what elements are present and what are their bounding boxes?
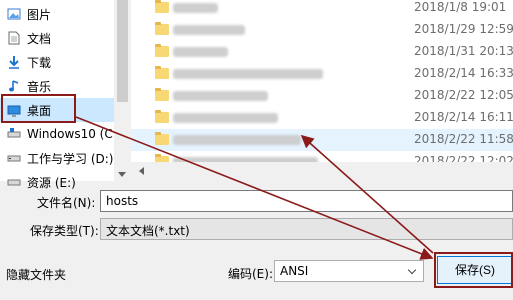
blurred-filename <box>173 3 218 13</box>
nav-item-label: Windows10 (C: <box>27 127 117 141</box>
scroll-down-arrow-icon[interactable] <box>118 172 126 177</box>
blurred-filename <box>173 135 301 145</box>
filename-label: 文件名(N): <box>37 196 96 210</box>
folder-icon <box>155 0 169 13</box>
chevron-down-icon <box>407 265 417 275</box>
pictures-icon <box>7 7 21 21</box>
encoding-select[interactable]: ANSI <box>274 260 424 282</box>
annotation-box-desktop <box>1 94 76 123</box>
nav-item-label: 图片 <box>27 7 52 22</box>
file-row[interactable]: 2018/1/8 19:01 <box>131 0 513 19</box>
downloads-icon <box>7 55 21 69</box>
blurred-filename <box>173 113 278 123</box>
blurred-filename <box>173 91 268 101</box>
music-icon <box>7 79 21 93</box>
file-row[interactable]: 2018/2/14 16:11 <box>131 107 513 129</box>
file-list: 2018/1/8 19:01 2018/1/29 12:59 2018/1/31… <box>131 0 513 162</box>
file-date: 2018/2/14 16:11 <box>414 110 513 124</box>
file-list-hscrollbar[interactable] <box>131 162 513 181</box>
blurred-filename <box>173 69 323 79</box>
file-date: 2018/1/8 19:01 <box>414 0 507 14</box>
annotation-box-save <box>434 252 513 288</box>
encoding-dropdown-button[interactable] <box>404 261 422 281</box>
blurred-filename <box>173 47 228 57</box>
encoding-value: ANSI <box>280 264 309 278</box>
scroll-left-arrow-icon[interactable] <box>139 167 144 175</box>
hide-folders-toggle[interactable]: 隐藏文件夹 <box>6 266 66 283</box>
folder-icon <box>155 66 169 79</box>
blurred-filename <box>173 25 245 35</box>
nav-item-label: 下载 <box>27 55 52 70</box>
filetype-label: 保存类型(T): <box>30 224 99 238</box>
file-date: 2018/2/22 12:05 <box>414 88 513 102</box>
folder-icon <box>155 110 169 123</box>
nav-item-label: 文档 <box>27 31 52 46</box>
nav-item-label: 音乐 <box>27 79 52 94</box>
file-browser-pane: 图片 文档 下载 音乐 桌面 Windows10 (C: 工作与学习 (D:) … <box>0 0 513 190</box>
folder-icon <box>155 22 169 35</box>
nav-item-drive-d[interactable]: 工作与学习 (D:) <box>0 146 114 170</box>
drive-icon <box>7 175 21 189</box>
filename-input[interactable]: hosts <box>100 190 513 212</box>
drive-icon <box>7 151 21 165</box>
file-row[interactable]: 2018/1/29 12:59 <box>131 19 513 41</box>
nav-item-label: 资源 (E:) <box>27 175 76 190</box>
encoding-label: 编码(E): <box>228 267 273 281</box>
scrollbar-thumb[interactable] <box>117 0 128 102</box>
nav-item-documents[interactable]: 文档 <box>0 26 114 50</box>
file-row[interactable]: 2018/1/31 20:13 <box>131 41 513 63</box>
nav-item-pictures[interactable]: 图片 <box>0 2 114 26</box>
folder-icon <box>155 132 169 145</box>
file-date: 2018/2/14 16:33 <box>414 66 513 80</box>
file-row[interactable]: 2018/2/22 12:05 <box>131 85 513 107</box>
folder-icon <box>155 88 169 101</box>
file-row[interactable]: 2018/2/22 12:02 <box>131 151 513 162</box>
folder-icon <box>155 44 169 57</box>
nav-item-downloads[interactable]: 下载 <box>0 50 114 74</box>
file-date: 2018/2/22 11:58 <box>414 132 513 146</box>
file-date: 2018/1/31 20:13 <box>414 44 513 58</box>
file-row-selected[interactable]: 2018/2/22 11:58 <box>131 129 513 151</box>
nav-scrollbar[interactable] <box>114 0 131 181</box>
navigation-pane: 图片 文档 下载 音乐 桌面 Windows10 (C: 工作与学习 (D:) … <box>0 0 117 190</box>
documents-icon <box>7 31 21 45</box>
drive-icon <box>7 127 21 141</box>
nav-item-drive-c[interactable]: Windows10 (C: <box>0 122 117 146</box>
filetype-select[interactable]: 文本文档(*.txt) <box>100 218 513 240</box>
file-date: 2018/1/29 12:59 <box>414 22 513 36</box>
nav-item-label: 工作与学习 (D:) <box>27 151 114 166</box>
file-date: 2018/2/22 12:02 <box>414 154 513 162</box>
file-row[interactable]: 2018/2/14 16:33 <box>131 63 513 85</box>
nav-item-drive-e[interactable]: 资源 (E:) <box>0 170 114 194</box>
